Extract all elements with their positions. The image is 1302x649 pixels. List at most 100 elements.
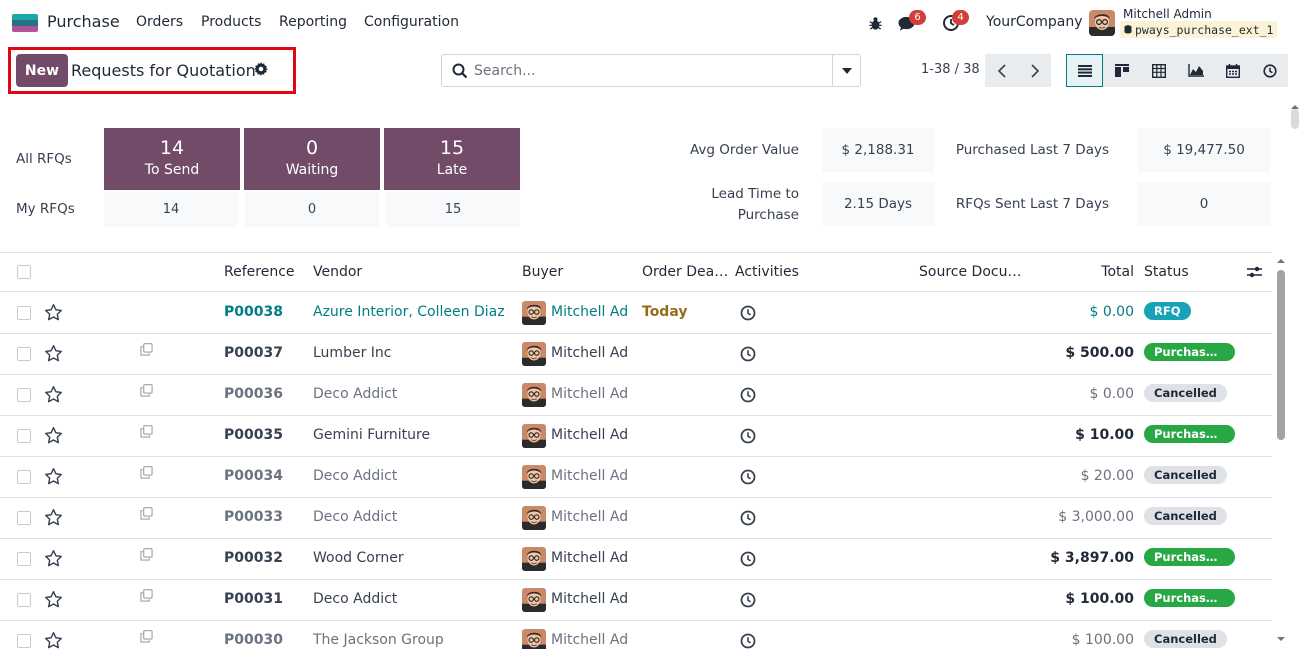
cell-buyer[interactable]: Mitchell Admin [551,591,629,607]
table-row[interactable]: P00031 Deco Addict Mitchell Admin $ 100.00 P… [0,580,1272,621]
cell-reference[interactable]: P00034 [224,468,283,484]
duplicate-icon[interactable] [140,425,154,439]
duplicate-icon[interactable] [140,384,154,398]
tile-late[interactable]: 15 Late [384,128,520,190]
cell-vendor[interactable]: Deco Addict [313,386,397,402]
purchase-app-icon[interactable] [12,14,38,32]
activity-clock-icon[interactable] [740,346,756,362]
search-options-toggle[interactable] [832,55,861,86]
table-row[interactable]: P00033 Deco Addict Mitchell Admin $ 3,000.0… [0,498,1272,539]
scroll-up-arrow-icon[interactable] [1274,257,1288,265]
user-name[interactable]: Mitchell Admin [1123,7,1212,21]
activity-clock-icon[interactable] [740,510,756,526]
column-activities[interactable]: Activities [735,264,799,280]
search-input[interactable] [474,61,824,81]
activity-clock-icon[interactable] [740,428,756,444]
activity-clock-icon[interactable] [740,387,756,403]
cell-buyer[interactable]: Mitchell Admin [551,509,629,525]
table-row[interactable]: P00035 Gemini Furniture Mitchell Admin $ 10… [0,416,1272,457]
cell-vendor[interactable]: The Jackson Group [313,632,444,648]
star-icon[interactable] [44,631,63,649]
tile-to-send[interactable]: 14 To Send [104,128,240,190]
activity-clock-icon[interactable] [740,469,756,485]
menu-configuration[interactable]: Configuration [364,14,459,30]
table-row[interactable]: P00030 The Jackson Group Mitchell Admin $ 1… [0,621,1272,649]
star-icon[interactable] [44,508,63,527]
calendar-view-button[interactable] [1214,54,1251,87]
duplicate-icon[interactable] [140,343,154,357]
cell-buyer[interactable]: Mitchell Admin [551,386,629,402]
cell-reference[interactable]: P00036 [224,386,283,402]
my-waiting[interactable]: 0 [245,192,379,227]
menu-orders[interactable]: Orders [136,14,183,30]
activity-clock-icon[interactable] [740,305,756,321]
row-checkbox[interactable] [17,347,31,361]
cell-reference[interactable]: P00037 [224,345,283,361]
cell-reference[interactable]: P00031 [224,591,283,607]
star-icon[interactable] [44,344,63,363]
bug-icon[interactable] [864,12,886,34]
kanban-view-button[interactable] [1103,54,1140,87]
duplicate-icon[interactable] [140,466,154,480]
cell-buyer[interactable]: Mitchell Admin [551,468,629,484]
cell-buyer[interactable]: Mitchell Admin [551,304,629,320]
cell-buyer[interactable]: Mitchell Admin [551,550,629,566]
column-source-document[interactable]: Source Docu… [919,264,1021,280]
row-checkbox[interactable] [17,634,31,648]
table-row[interactable]: P00038 Azure Interior, Colleen Diaz Mitche… [0,293,1272,334]
row-checkbox[interactable] [17,306,31,320]
duplicate-icon[interactable] [140,630,154,644]
row-checkbox[interactable] [17,511,31,525]
graph-view-button[interactable] [1177,54,1214,87]
my-to-send[interactable]: 14 [104,192,238,227]
column-vendor[interactable]: Vendor [313,264,362,280]
select-all-checkbox[interactable] [17,265,31,279]
star-icon[interactable] [44,549,63,568]
cell-reference[interactable]: P00033 [224,509,283,525]
duplicate-icon[interactable] [140,507,154,521]
cell-vendor[interactable]: Deco Addict [313,509,397,525]
star-icon[interactable] [44,303,63,322]
pager-value[interactable]: 1-38 / 38 [921,62,980,77]
column-reference[interactable]: Reference [224,264,295,280]
cell-buyer[interactable]: Mitchell Admin [551,632,629,648]
table-row[interactable]: P00034 Deco Addict Mitchell Admin $ 20.00 Ca… [0,457,1272,498]
pager-next-button[interactable] [1018,54,1051,87]
pivot-view-button[interactable] [1140,54,1177,87]
column-total[interactable]: Total [1101,264,1134,280]
row-checkbox[interactable] [17,429,31,443]
activity-clock-icon[interactable] [740,592,756,608]
activity-clock-icon[interactable] [740,633,756,649]
cell-vendor[interactable]: Azure Interior, Colleen Diaz [313,304,505,320]
company-switcher[interactable]: YourCompany [986,14,1083,30]
app-name[interactable]: Purchase [47,12,120,31]
cell-vendor[interactable]: Gemini Furniture [313,427,430,443]
cell-reference[interactable]: P00038 [224,304,283,320]
scroll-thumb[interactable] [1277,270,1285,440]
duplicate-icon[interactable] [140,589,154,603]
row-checkbox[interactable] [17,552,31,566]
star-icon[interactable] [44,426,63,445]
new-button[interactable]: New [16,54,68,87]
table-row[interactable]: P00037 Lumber Inc Mitchell Admin $ 500.00 Pu… [0,334,1272,375]
main-scrollbar[interactable] [1288,103,1302,253]
cell-vendor[interactable]: Deco Addict [313,468,397,484]
list-scrollbar[interactable] [1274,253,1288,649]
column-status[interactable]: Status [1144,264,1189,280]
cell-vendor[interactable]: Deco Addict [313,591,397,607]
table-row[interactable]: P00036 Deco Addict Mitchell Admin $ 0.00 Can… [0,375,1272,416]
my-late[interactable]: 15 [386,192,520,227]
gear-icon[interactable] [254,62,270,78]
cell-vendor[interactable]: Wood Corner [313,550,404,566]
menu-reporting[interactable]: Reporting [279,14,347,30]
row-checkbox[interactable] [17,388,31,402]
user-avatar[interactable] [1089,10,1115,36]
activity-clock-icon[interactable] [740,551,756,567]
scroll-up-arrow-icon[interactable] [1288,103,1302,111]
cell-reference[interactable]: P00035 [224,427,283,443]
cell-buyer[interactable]: Mitchell Admin [551,427,629,443]
menu-products[interactable]: Products [201,14,261,30]
cell-reference[interactable]: P00030 [224,632,283,648]
cell-reference[interactable]: P00032 [224,550,283,566]
duplicate-icon[interactable] [140,548,154,562]
